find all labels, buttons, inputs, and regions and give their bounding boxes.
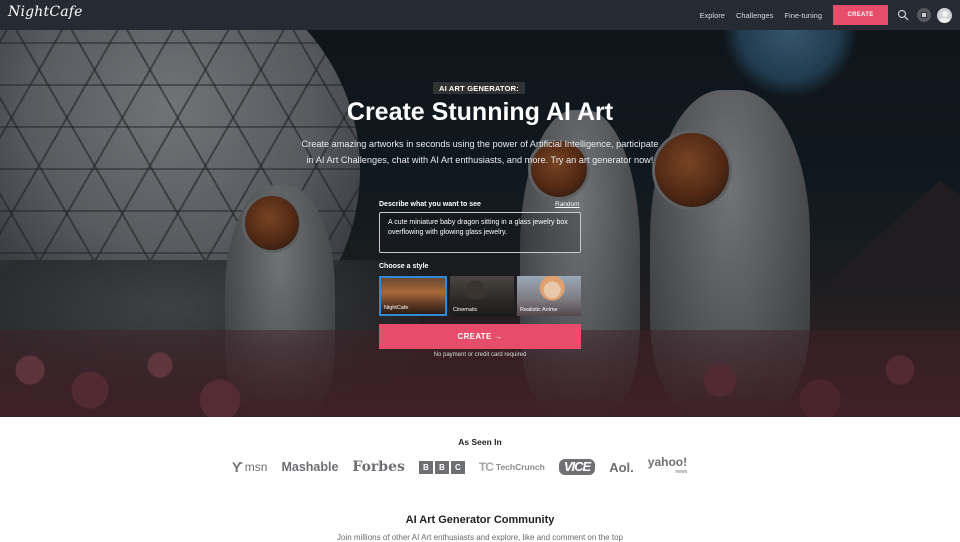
- aol-logo: Aol.: [609, 460, 634, 475]
- msn-logo: ϒ msn: [232, 459, 267, 475]
- no-payment-note: No payment or credit card required: [0, 352, 960, 358]
- gallery-icon[interactable]: [917, 8, 931, 22]
- bbc-letter: C: [451, 461, 465, 474]
- bbc-letter: B: [419, 461, 433, 474]
- style-name: Cinematic: [453, 307, 477, 313]
- techcrunch-logo-text: TechCrunch: [496, 462, 545, 472]
- forbes-logo: Forbes: [352, 459, 404, 475]
- hero-section: AI ART GENERATOR: Create Stunning AI Art…: [0, 30, 960, 417]
- nav-link-fine-tuning[interactable]: Fine-tuning: [784, 11, 822, 20]
- prompt-input[interactable]: [379, 212, 581, 253]
- hero-content: AI ART GENERATOR: Create Stunning AI Art…: [0, 30, 960, 417]
- avatar[interactable]: [937, 8, 952, 23]
- nav-link-explore[interactable]: Explore: [700, 11, 725, 20]
- style-option-cinematic[interactable]: Cinematic: [450, 276, 514, 316]
- as-seen-in-title: As Seen In: [0, 437, 960, 447]
- yahoo-news-logo: yahoo! news: [648, 457, 687, 477]
- hero-badge: AI ART GENERATOR:: [433, 82, 525, 94]
- search-icon[interactable]: [897, 9, 909, 21]
- style-label: Choose a style: [379, 263, 428, 270]
- top-nav: NightCafe Explore Challenges Fine-tuning…: [0, 0, 960, 30]
- yahoo-news-text: news: [675, 467, 687, 477]
- random-prompt-link[interactable]: Random: [555, 201, 580, 208]
- techcrunch-mark: TC: [479, 460, 493, 474]
- style-name: Realistic Anime: [520, 307, 558, 313]
- prompt-label: Describe what you want to see: [379, 201, 481, 208]
- style-option-realistic-anime[interactable]: Realistic Anime: [517, 276, 581, 316]
- press-logos: ϒ msn Mashable Forbes B B C TC TechCrunc…: [232, 455, 701, 479]
- nav-link-challenges[interactable]: Challenges: [736, 11, 774, 20]
- msn-logo-text: msn: [245, 460, 268, 474]
- techcrunch-logo: TC TechCrunch: [479, 460, 545, 474]
- community-title: AI Art Generator Community: [0, 514, 960, 526]
- style-picker: NightCafe Cinematic Realistic Anime: [379, 276, 581, 316]
- bbc-letter: B: [435, 461, 449, 474]
- nav-create-button[interactable]: CREATE: [833, 5, 888, 25]
- msn-butterfly-icon: ϒ: [232, 459, 243, 475]
- nightcafe-logo[interactable]: NightCafe: [8, 4, 83, 20]
- style-option-nightcafe[interactable]: NightCafe: [379, 276, 447, 316]
- yahoo-logo-text: yahoo!: [648, 457, 687, 467]
- nav-links: Explore Challenges Fine-tuning CREATE: [700, 0, 960, 30]
- style-name: NightCafe: [384, 305, 408, 311]
- community-subtitle: Join millions of other AI Art enthusiast…: [0, 533, 960, 542]
- hero-subtitle: Create amazing artworks in seconds using…: [300, 136, 660, 168]
- mashable-logo: Mashable: [281, 460, 338, 474]
- hero-title: Create Stunning AI Art: [0, 98, 960, 127]
- create-button[interactable]: CREATE →: [379, 324, 581, 349]
- bbc-logo: B B C: [419, 461, 465, 474]
- vice-logo: VICE: [559, 459, 595, 475]
